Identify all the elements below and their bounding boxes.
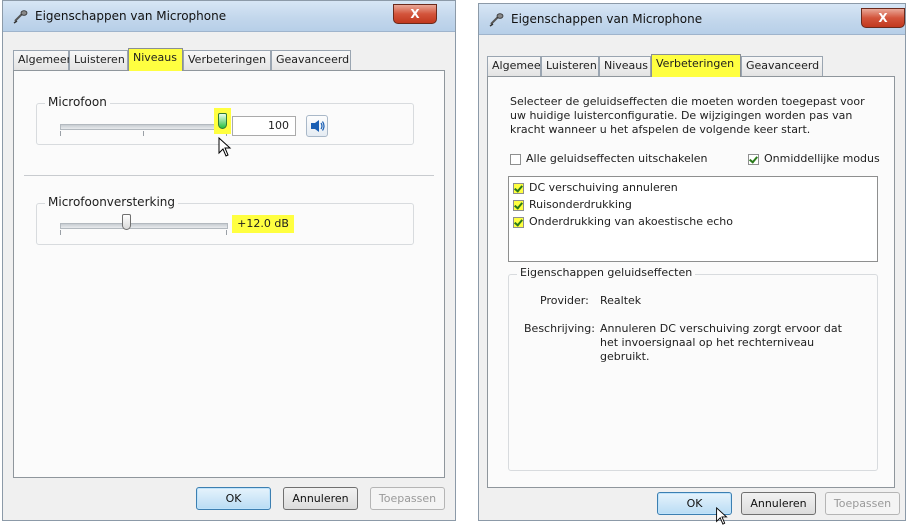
immediate-mode-label: Onmiddellijke modus — [764, 152, 880, 165]
tab-algemeen[interactable]: Algemeen — [487, 56, 548, 76]
disable-all-checkbox[interactable] — [510, 154, 521, 165]
slider-tick — [60, 131, 61, 136]
slider-tick — [143, 131, 144, 136]
tab-geavanceerd[interactable]: Geavanceerd — [741, 56, 823, 76]
versterking-slider-thumb[interactable] — [122, 214, 132, 230]
ok-button[interactable]: OK — [196, 487, 271, 510]
left-properties-dialog: Eigenschappen van Microphone X Algemeen … — [2, 0, 456, 521]
mouse-pointer-icon — [218, 137, 232, 157]
immediate-mode-checkbox[interactable] — [748, 154, 759, 165]
effect-properties-label: Eigenschappen geluidseffecten — [517, 266, 696, 279]
right-tab-panel: Selecteer de geluidseffecten die moeten … — [487, 76, 895, 488]
provider-label: Provider: — [540, 294, 589, 307]
section-divider — [24, 175, 434, 176]
description-label: Beschrijving: — [524, 322, 595, 335]
tab-niveaus[interactable]: Niveaus — [599, 56, 651, 76]
effect-checkbox-noise[interactable] — [513, 200, 524, 211]
slider-tick — [226, 230, 227, 235]
tab-luisteren[interactable]: Luisteren — [541, 56, 599, 76]
tab-niveaus[interactable]: Niveaus — [128, 48, 183, 71]
versterking-slider-track[interactable] — [60, 223, 228, 229]
disable-all-label: Alle geluidseffecten uitschakelen — [526, 152, 708, 165]
tab-algemeen[interactable]: Algemeen — [13, 50, 74, 70]
apply-button[interactable]: Toepassen — [825, 492, 900, 515]
intro-text: Selecteer de geluidseffecten die moeten … — [510, 95, 865, 136]
right-title-bar[interactable]: Eigenschappen van Microphone X — [479, 4, 905, 35]
right-properties-dialog: Eigenschappen van Microphone X Algemeen … — [478, 3, 906, 525]
microfoon-slider-thumb[interactable] — [218, 113, 227, 129]
tab-geavanceerd[interactable]: Geavanceerd — [271, 50, 351, 70]
microfoon-slider-track[interactable] — [60, 124, 228, 130]
cancel-button[interactable]: Annuleren — [283, 487, 358, 510]
versterking-value: +12.0 dB — [232, 215, 294, 233]
tab-verbeteringen[interactable]: Verbeteringen — [651, 54, 741, 77]
right-window-title: Eigenschappen van Microphone — [511, 12, 703, 26]
microfoon-label: Microfoon — [45, 95, 110, 109]
left-window-title: Eigenschappen van Microphone — [35, 9, 227, 23]
mute-toggle-button[interactable] — [306, 115, 328, 137]
effect-label-dc: DC verschuiving annuleren — [529, 181, 678, 194]
provider-value: Realtek — [600, 294, 642, 307]
close-icon: X — [878, 11, 888, 25]
slider-tick — [60, 230, 61, 235]
effect-checkbox-dc[interactable] — [513, 183, 524, 194]
mouse-pointer-icon — [716, 507, 728, 525]
microphone-icon — [489, 13, 504, 27]
left-title-bar[interactable]: Eigenschappen van Microphone X — [3, 1, 455, 32]
effects-list[interactable]: DC verschuiving annuleren Ruisonderdrukk… — [508, 176, 878, 262]
tab-verbeteringen[interactable]: Verbeteringen — [183, 50, 271, 70]
cancel-button[interactable]: Annuleren — [741, 492, 816, 515]
microfoon-value-field[interactable]: 100 — [232, 116, 296, 136]
apply-button[interactable]: Toepassen — [370, 487, 445, 510]
description-value: Annuleren DC verschuiving zorgt ervoor d… — [600, 322, 842, 363]
close-icon: X — [410, 7, 420, 21]
effect-checkbox-echo[interactable] — [513, 217, 524, 228]
tab-luisteren[interactable]: Luisteren — [69, 50, 128, 70]
left-close-button[interactable]: X — [393, 4, 437, 24]
microphone-icon — [13, 10, 28, 24]
speaker-icon — [311, 120, 325, 132]
effect-label-noise: Ruisonderdrukking — [529, 198, 632, 211]
microfoonversterking-label: Microfoonversterking — [45, 195, 179, 209]
right-close-button[interactable]: X — [861, 8, 905, 28]
effect-label-echo: Onderdrukking van akoestische echo — [529, 215, 733, 228]
left-tab-panel: Microfoon 100 Microfoonversterking +12.0… — [13, 70, 445, 478]
